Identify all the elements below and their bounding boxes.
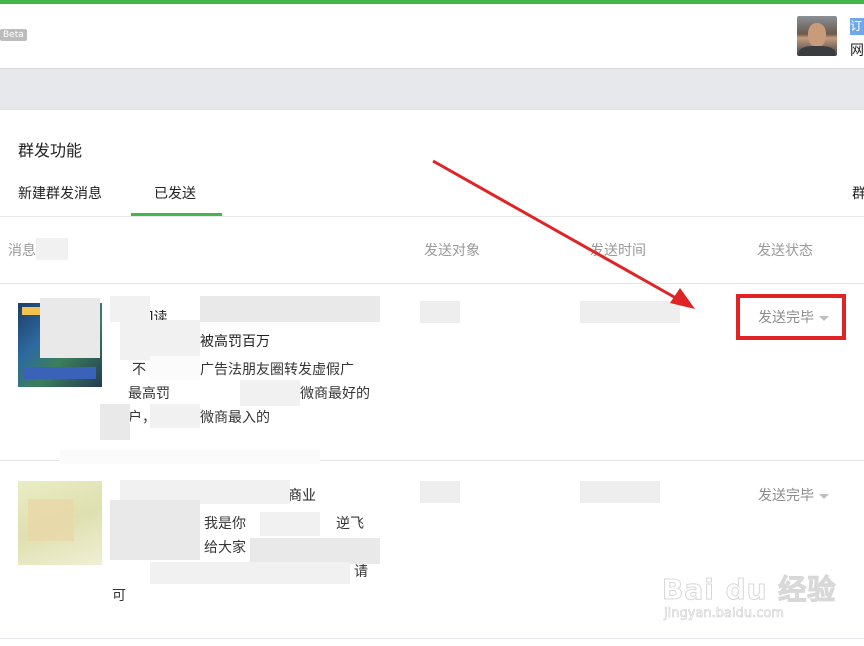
watermark-brand: Bai du 经验 <box>661 573 837 607</box>
watermark-url: jingyan.baidu.com <box>664 606 785 622</box>
baidu-watermark: Bai du 经验 jingyan.baidu.com <box>661 568 835 632</box>
arrow-shaft <box>432 159 684 304</box>
arrow-head <box>670 288 695 309</box>
annotation-arrow <box>432 159 695 309</box>
